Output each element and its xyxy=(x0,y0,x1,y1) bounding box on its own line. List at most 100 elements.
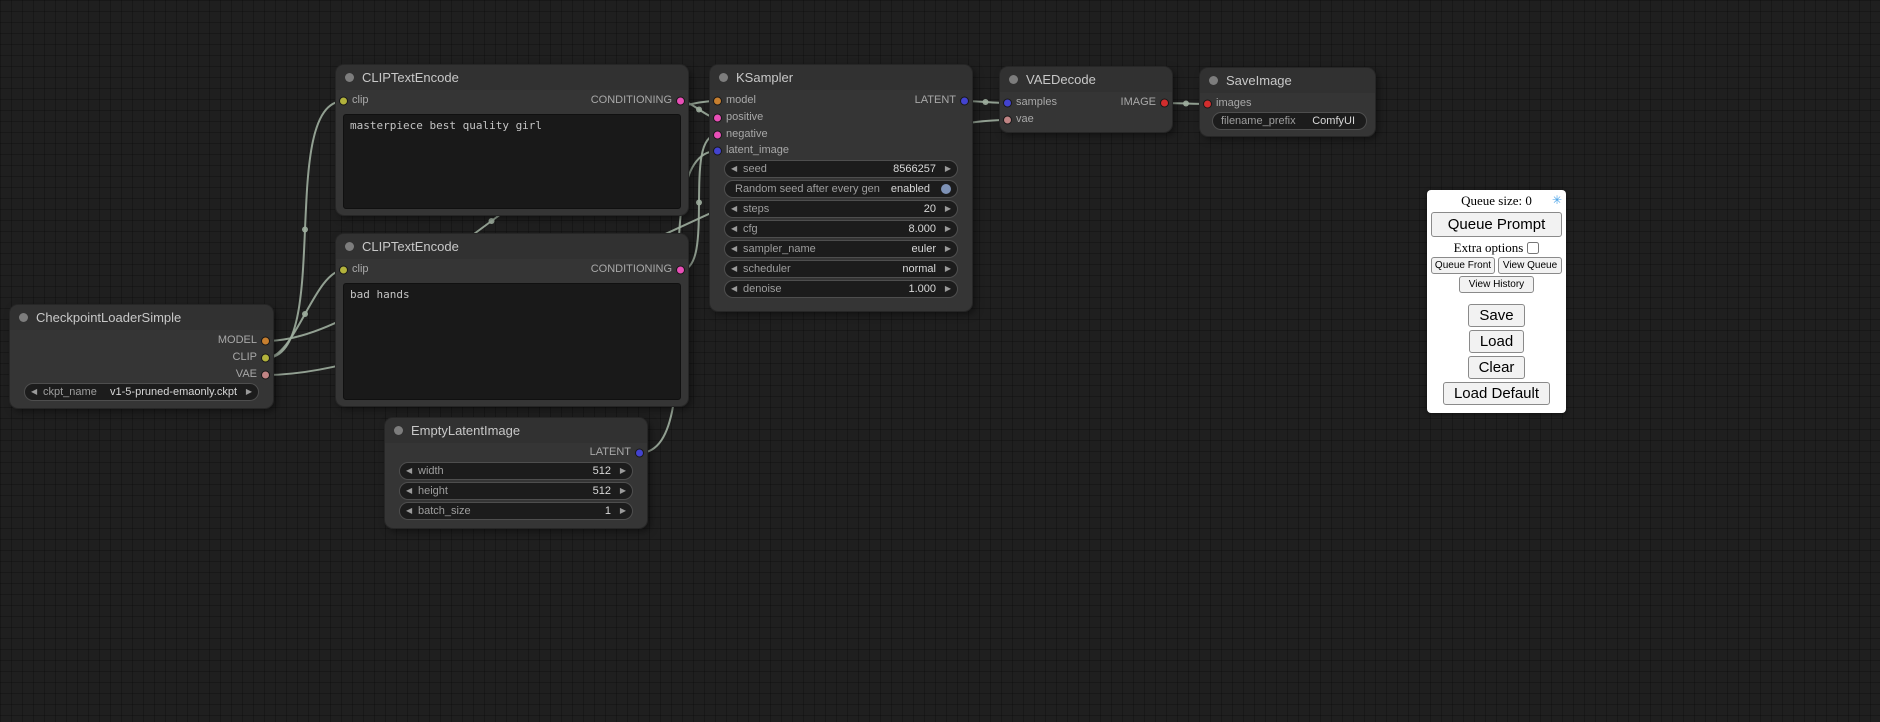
collapse-dot-icon[interactable] xyxy=(394,426,403,435)
port-dot-model[interactable] xyxy=(261,336,270,345)
widget-random-seed-toggle[interactable]: Random seed after every gen enabled xyxy=(724,180,958,198)
output-slot-clip[interactable]: CLIP xyxy=(10,350,273,365)
view-history-button[interactable]: View History xyxy=(1459,276,1534,293)
node-empty-latent-image[interactable]: EmptyLatentImage LATENT ◀ width 512 ▶ ◀ … xyxy=(385,418,647,528)
node-title-bar[interactable]: KSampler xyxy=(710,65,972,90)
settings-icon[interactable]: ✳ xyxy=(1552,193,1562,207)
arrow-left-icon[interactable]: ◀ xyxy=(731,241,741,257)
toggle-on-indicator[interactable] xyxy=(941,184,951,194)
widget-seed[interactable]: ◀ seed 8566257 ▶ xyxy=(724,160,958,178)
port-dot-vae[interactable] xyxy=(261,370,270,379)
input-slot-positive[interactable]: positive xyxy=(710,110,972,125)
collapse-dot-icon[interactable] xyxy=(345,242,354,251)
port-dot-image[interactable] xyxy=(1160,98,1169,107)
input-slot-vae[interactable]: vae xyxy=(1000,112,1172,127)
port-dot-conditioning[interactable] xyxy=(713,130,722,139)
collapse-dot-icon[interactable] xyxy=(19,313,28,322)
arrow-left-icon[interactable]: ◀ xyxy=(731,221,741,237)
output-slot-conditioning[interactable]: CONDITIONING xyxy=(336,262,688,277)
output-slot-image[interactable]: IMAGE xyxy=(1000,95,1172,110)
save-button[interactable]: Save xyxy=(1468,304,1524,327)
arrow-left-icon[interactable]: ◀ xyxy=(31,384,41,400)
widget-label: seed xyxy=(743,163,767,175)
queue-front-button[interactable]: Queue Front xyxy=(1431,257,1495,274)
widget-value: 1 xyxy=(471,505,611,517)
arrow-left-icon[interactable]: ◀ xyxy=(406,503,416,519)
node-title-bar[interactable]: CheckpointLoaderSimple xyxy=(10,305,273,330)
widget-ckpt-name[interactable]: ◀ ckpt_name v1-5-pruned-emaonly.ckpt ▶ xyxy=(24,383,259,401)
arrow-right-icon[interactable]: ▶ xyxy=(941,261,951,277)
widget-filename-prefix[interactable]: filename_prefix ComfyUI xyxy=(1212,112,1367,130)
output-slot-latent[interactable]: LATENT xyxy=(385,445,647,460)
arrow-right-icon[interactable]: ▶ xyxy=(616,503,626,519)
arrow-left-icon[interactable]: ◀ xyxy=(731,281,741,297)
widget-batch-size[interactable]: ◀ batch_size 1 ▶ xyxy=(399,502,633,520)
arrow-right-icon[interactable]: ▶ xyxy=(616,463,626,479)
arrow-left-icon[interactable]: ◀ xyxy=(731,201,741,217)
port-dot-image[interactable] xyxy=(1203,99,1212,108)
arrow-right-icon[interactable]: ▶ xyxy=(941,201,951,217)
node-clip-text-encode-positive[interactable]: CLIPTextEncode clip CONDITIONING masterp… xyxy=(336,65,688,215)
node-vae-decode[interactable]: VAEDecode samples IMAGE vae xyxy=(1000,67,1172,132)
output-slot-latent[interactable]: LATENT xyxy=(710,93,972,108)
arrow-left-icon[interactable]: ◀ xyxy=(406,463,416,479)
arrow-right-icon[interactable]: ▶ xyxy=(616,483,626,499)
arrow-left-icon[interactable]: ◀ xyxy=(731,261,741,277)
widget-scheduler[interactable]: ◀ scheduler normal ▶ xyxy=(724,260,958,278)
node-title-bar[interactable]: CLIPTextEncode xyxy=(336,65,688,90)
widget-steps[interactable]: ◀ steps 20 ▶ xyxy=(724,200,958,218)
node-save-image[interactable]: SaveImage images filename_prefix ComfyUI xyxy=(1200,68,1375,136)
port-dot-conditioning[interactable] xyxy=(676,265,685,274)
input-slot-latent-image[interactable]: latent_image xyxy=(710,143,972,158)
collapse-dot-icon[interactable] xyxy=(1209,76,1218,85)
widget-width[interactable]: ◀ width 512 ▶ xyxy=(399,462,633,480)
arrow-right-icon[interactable]: ▶ xyxy=(941,241,951,257)
arrow-left-icon[interactable]: ◀ xyxy=(406,483,416,499)
node-ksampler[interactable]: KSampler model LATENT positive negative … xyxy=(710,65,972,311)
input-slot-negative[interactable]: negative xyxy=(710,127,972,142)
arrow-right-icon[interactable]: ▶ xyxy=(941,161,951,177)
collapse-dot-icon[interactable] xyxy=(719,73,728,82)
positive-prompt-textarea[interactable]: masterpiece best quality girl xyxy=(343,114,681,209)
output-slot-vae[interactable]: VAE xyxy=(10,367,273,382)
arrow-right-icon[interactable]: ▶ xyxy=(941,221,951,237)
node-clip-text-encode-negative[interactable]: CLIPTextEncode clip CONDITIONING bad han… xyxy=(336,234,688,406)
collapse-dot-icon[interactable] xyxy=(345,73,354,82)
widget-label: steps xyxy=(743,203,769,215)
port-dot-vae[interactable] xyxy=(1003,115,1012,124)
extra-options-checkbox[interactable] xyxy=(1527,242,1539,254)
load-default-button[interactable]: Load Default xyxy=(1443,382,1550,405)
output-slot-model[interactable]: MODEL xyxy=(10,333,273,348)
port-dot-latent[interactable] xyxy=(713,146,722,155)
slot-label: latent_image xyxy=(726,144,789,156)
view-queue-button[interactable]: View Queue xyxy=(1498,257,1562,274)
port-dot-clip[interactable] xyxy=(261,353,270,362)
arrow-right-icon[interactable]: ▶ xyxy=(941,281,951,297)
graph-canvas[interactable]: CheckpointLoaderSimple MODEL CLIP VAE ◀ … xyxy=(0,0,1880,722)
widget-value: normal xyxy=(791,263,936,275)
collapse-dot-icon[interactable] xyxy=(1009,75,1018,84)
widget-value: ComfyUI xyxy=(1296,115,1355,127)
node-title-bar[interactable]: CLIPTextEncode xyxy=(336,234,688,259)
arrow-left-icon[interactable]: ◀ xyxy=(731,161,741,177)
node-title-bar[interactable]: EmptyLatentImage xyxy=(385,418,647,443)
queue-prompt-button[interactable]: Queue Prompt xyxy=(1431,212,1562,237)
port-dot-latent[interactable] xyxy=(635,448,644,457)
input-slot-images[interactable]: images xyxy=(1200,96,1375,111)
widget-value: 20 xyxy=(769,203,936,215)
widget-height[interactable]: ◀ height 512 ▶ xyxy=(399,482,633,500)
widget-denoise[interactable]: ◀ denoise 1.000 ▶ xyxy=(724,280,958,298)
widget-sampler-name[interactable]: ◀ sampler_name euler ▶ xyxy=(724,240,958,258)
port-dot-conditioning[interactable] xyxy=(676,96,685,105)
negative-prompt-textarea[interactable]: bad hands xyxy=(343,283,681,400)
port-dot-conditioning[interactable] xyxy=(713,113,722,122)
load-button[interactable]: Load xyxy=(1469,330,1524,353)
clear-button[interactable]: Clear xyxy=(1468,356,1526,379)
arrow-right-icon[interactable]: ▶ xyxy=(242,384,252,400)
node-title-bar[interactable]: SaveImage xyxy=(1200,68,1375,93)
node-checkpoint-loader-simple[interactable]: CheckpointLoaderSimple MODEL CLIP VAE ◀ … xyxy=(10,305,273,408)
port-dot-latent[interactable] xyxy=(960,96,969,105)
node-title-bar[interactable]: VAEDecode xyxy=(1000,67,1172,92)
output-slot-conditioning[interactable]: CONDITIONING xyxy=(336,93,688,108)
widget-cfg[interactable]: ◀ cfg 8.000 ▶ xyxy=(724,220,958,238)
